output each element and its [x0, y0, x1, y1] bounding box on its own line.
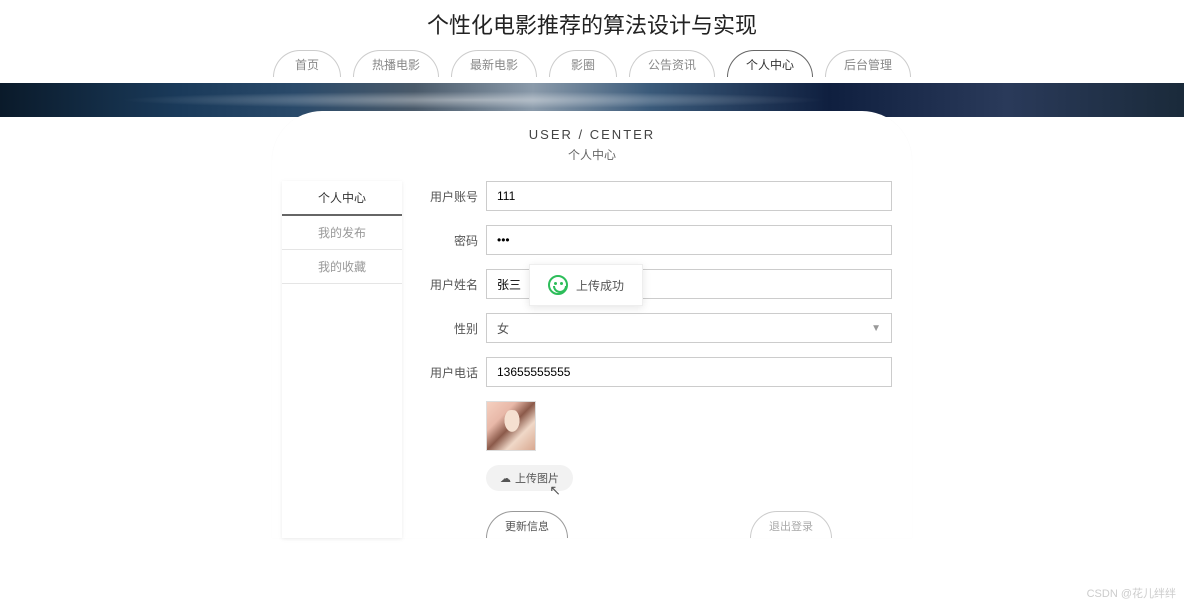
logout-button[interactable]: 退出登录	[750, 511, 832, 538]
password-input[interactable]	[486, 225, 892, 255]
nav-user-center[interactable]: 个人中心	[727, 50, 813, 77]
user-sidebar: 个人中心 我的发布 我的收藏	[282, 181, 402, 538]
password-label: 密码	[422, 232, 478, 249]
name-label: 用户姓名	[422, 276, 478, 293]
phone-input[interactable]	[486, 357, 892, 387]
phone-label: 用户电话	[422, 364, 478, 381]
gender-select[interactable]: 女 ▼	[486, 313, 892, 343]
gender-label: 性别	[422, 320, 478, 337]
chevron-down-icon: ▼	[871, 323, 881, 334]
nav-circle[interactable]: 影圈	[549, 50, 617, 77]
toast-message: 上传成功	[576, 277, 624, 294]
profile-form: 用户账号 密码 用户姓名 性别 女 ▼ 用户电话	[422, 181, 902, 538]
watermark: CSDN @花儿绊绊	[1087, 585, 1176, 601]
nav-notice[interactable]: 公告资讯	[629, 50, 715, 77]
page-title: 个性化电影推荐的算法设计与实现	[0, 0, 1184, 50]
success-icon	[548, 275, 568, 295]
cursor-icon: ↖	[549, 482, 561, 499]
nav-admin[interactable]: 后台管理	[825, 50, 911, 77]
gender-value: 女	[497, 320, 509, 337]
upload-image-button[interactable]: ☁ 上传图片 ↖	[486, 465, 573, 491]
sidebar-item-profile[interactable]: 个人中心	[282, 181, 402, 216]
update-button[interactable]: 更新信息	[486, 511, 568, 538]
main-panel: USER / CENTER 个人中心 个人中心 我的发布 我的收藏 用户账号 密…	[272, 111, 912, 538]
avatar	[486, 401, 536, 451]
upload-icon: ☁	[500, 472, 511, 485]
main-nav: 首页 热播电影 最新电影 影圈 公告资讯 个人中心 后台管理	[0, 50, 1184, 83]
section-title-cn: 个人中心	[272, 146, 912, 163]
nav-hot-movies[interactable]: 热播电影	[353, 50, 439, 77]
nav-home[interactable]: 首页	[273, 50, 341, 77]
section-title-en: USER / CENTER	[272, 127, 912, 142]
account-input[interactable]	[486, 181, 892, 211]
nav-new-movies[interactable]: 最新电影	[451, 50, 537, 77]
account-label: 用户账号	[422, 188, 478, 205]
sidebar-item-posts[interactable]: 我的发布	[282, 216, 402, 250]
upload-success-toast: 上传成功	[529, 264, 643, 306]
sidebar-item-favorites[interactable]: 我的收藏	[282, 250, 402, 284]
